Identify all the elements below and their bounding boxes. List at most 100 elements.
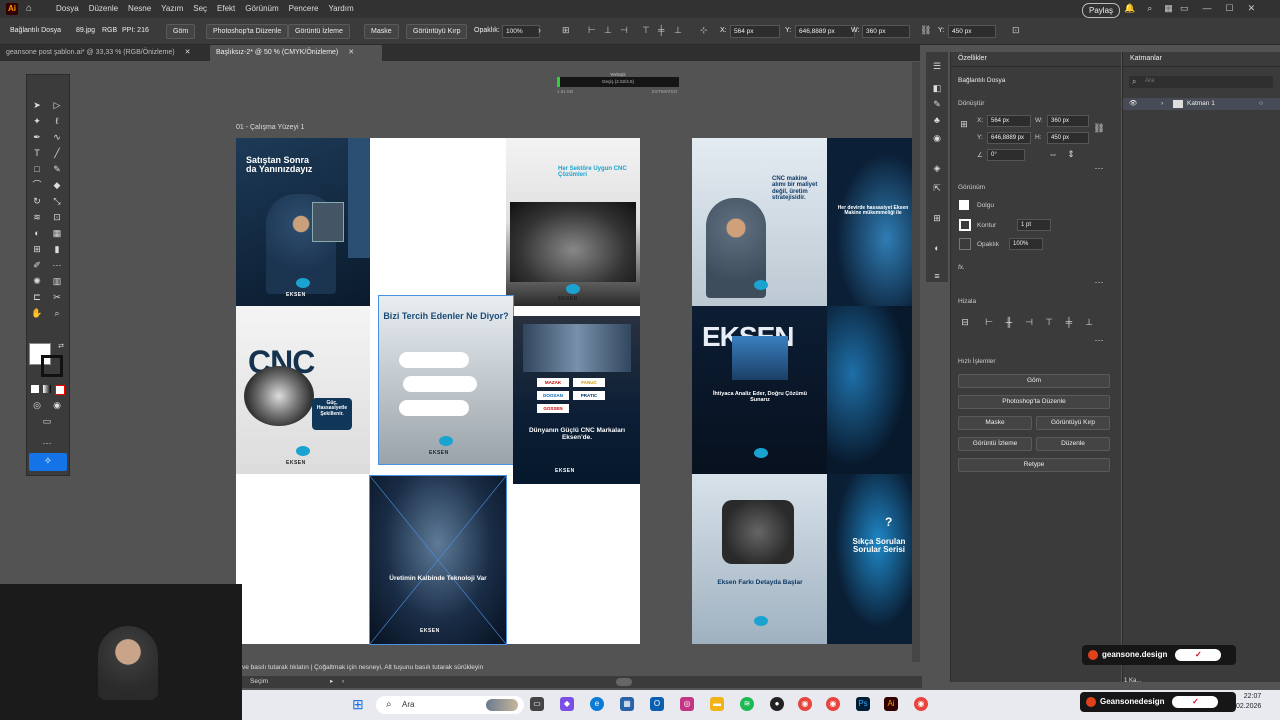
menu-object[interactable]: Nesne: [128, 4, 151, 13]
artboard-label[interactable]: 01 - Çalışma Yüzeyi 1: [236, 124, 304, 131]
edit-photoshop-button[interactable]: Photoshop'ta Düzenle: [958, 395, 1110, 409]
windows-start-icon[interactable]: ⊞: [352, 696, 364, 712]
menu-edit[interactable]: Düzenle: [89, 4, 118, 13]
align-middle-icon[interactable]: ╪: [658, 25, 664, 35]
stroke-swatch[interactable]: [959, 219, 971, 231]
close-icon[interactable]: ✕: [1248, 3, 1256, 14]
chrome-profile-icon[interactable]: ◉: [826, 697, 840, 711]
properties-tab[interactable]: Özellikler: [951, 52, 1121, 67]
libraries-icon[interactable]: ◧: [931, 82, 943, 94]
w-field[interactable]: 360 px: [1047, 115, 1089, 127]
free-transform-icon[interactable]: ⊡: [51, 211, 63, 223]
embed-button[interactable]: Göm: [958, 374, 1110, 388]
home-icon[interactable]: ⌂: [26, 3, 32, 14]
blend-tool-icon[interactable]: ⋯: [51, 259, 63, 271]
flip-horizontal-icon[interactable]: ⇔: [1047, 148, 1059, 160]
artboards-icon[interactable]: ⊞: [931, 212, 943, 224]
hand-tool-icon[interactable]: ✋: [31, 307, 43, 319]
align-left-icon[interactable]: ⊢: [983, 316, 995, 328]
embed-button[interactable]: Göm: [166, 24, 196, 39]
menu-view[interactable]: Görünüm: [245, 4, 278, 13]
layers-icon[interactable]: ◈: [931, 162, 943, 174]
bell-icon[interactable]: 🔔: [1124, 3, 1135, 14]
close-icon[interactable]: ✕: [185, 49, 191, 56]
menu-select[interactable]: Seç: [193, 4, 207, 13]
swatches-icon[interactable]: ◉: [931, 132, 943, 144]
properties-icon[interactable]: ☰: [931, 60, 943, 72]
edge-icon[interactable]: e: [590, 697, 604, 711]
crop-image-button[interactable]: Görüntüyü Kırp: [1036, 416, 1110, 430]
post-tile-strategy[interactable]: CNC makine alımı bir maliyet değil, üret…: [692, 138, 827, 306]
constrain-proportions-icon[interactable]: ⛓: [1093, 122, 1105, 134]
curvature-tool-icon[interactable]: ∿: [51, 131, 63, 143]
menu-type[interactable]: Yazım: [161, 4, 183, 13]
magic-wand-icon[interactable]: ✦: [31, 115, 43, 127]
zoom-tool-icon[interactable]: ⌕: [51, 307, 63, 319]
post-tile-brands[interactable]: MAZAK FANUC DOOSAN PRATIC GOSSEN Dünyanı…: [513, 316, 640, 484]
fill-swatch[interactable]: [959, 200, 969, 210]
instagram-icon[interactable]: ◎: [680, 697, 694, 711]
post-tile-sector[interactable]: Her Sektöre Uygun CNC Çözümleri EKSEN: [506, 138, 640, 306]
search-icon[interactable]: ⌕: [1147, 3, 1152, 14]
screen-mode-icon[interactable]: ▭: [41, 415, 53, 427]
close-icon[interactable]: ✕: [348, 49, 354, 56]
app-icon[interactable]: ●: [770, 697, 784, 711]
copilot-icon[interactable]: ◆: [560, 697, 574, 711]
flip-vertical-icon[interactable]: ⇕: [1065, 148, 1077, 160]
align-left-icon[interactable]: ⊢: [588, 25, 596, 36]
horizontal-scrollbar[interactable]: [616, 678, 632, 686]
menu-effect[interactable]: Efekt: [217, 4, 235, 13]
mask-button[interactable]: Maske: [958, 416, 1032, 430]
opacity-label[interactable]: Opaklık: [977, 241, 999, 248]
file-name[interactable]: 89.jpg: [76, 27, 95, 34]
transform-each-icon[interactable]: ⊡: [1012, 25, 1020, 36]
spotify-icon[interactable]: ≋: [740, 697, 754, 711]
reference-point-icon[interactable]: ⊞: [958, 118, 970, 130]
canvas-scrollbar[interactable]: [912, 62, 920, 662]
opacity-field[interactable]: 100%: [1009, 238, 1043, 250]
stroke-label[interactable]: Kontur: [977, 222, 996, 229]
y-field[interactable]: 646,8889 px: [987, 132, 1031, 144]
tab-document-2[interactable]: Başlıksız-2* @ 50 % (CMYK/Önizleme) ✕: [210, 45, 382, 61]
lasso-icon[interactable]: ℓ: [51, 115, 63, 127]
h-field[interactable]: 450 px: [948, 25, 996, 38]
paintbrush-icon[interactable]: ✎: [51, 163, 63, 175]
scale-tool-icon[interactable]: ⤡: [51, 195, 63, 207]
swap-colors-icon[interactable]: ⇄: [55, 341, 67, 353]
link-icon[interactable]: ⛓: [920, 25, 931, 36]
eye-icon[interactable]: 👁: [1129, 98, 1137, 110]
illustrator-icon[interactable]: Ai: [884, 697, 898, 711]
brush-panel-icon[interactable]: ✎: [931, 98, 943, 110]
opacity-field[interactable]: 100%: [502, 25, 540, 38]
more-options-icon[interactable]: ⋯: [1093, 276, 1105, 288]
image-trace-button[interactable]: Görüntü İzleme: [288, 24, 350, 39]
photoshop-icon[interactable]: Ps: [856, 697, 870, 711]
type-tool-icon[interactable]: T: [31, 147, 43, 159]
x-field[interactable]: 564 px: [730, 25, 780, 38]
clock[interactable]: 22:07 02.2026: [1236, 692, 1261, 712]
align-right-icon[interactable]: ⊣: [620, 25, 628, 36]
maximize-icon[interactable]: ☐: [1226, 3, 1234, 14]
align-middle-icon[interactable]: ╪: [1063, 316, 1075, 328]
stroke-swatch[interactable]: [41, 355, 63, 377]
align-center-icon[interactable]: ⊥: [604, 25, 612, 36]
symbol-sprayer-icon[interactable]: ✺: [31, 275, 43, 287]
menu-file[interactable]: Dosya: [56, 4, 79, 13]
column-graph-icon[interactable]: ▥: [51, 275, 63, 287]
slice-tool-icon[interactable]: ✂: [51, 291, 63, 303]
current-tool[interactable]: Seçim: [250, 676, 268, 688]
align-top-icon[interactable]: ⊤: [1043, 316, 1055, 328]
line-tool-icon[interactable]: ╱: [51, 147, 63, 159]
store-icon[interactable]: ▦: [620, 697, 634, 711]
eyedropper-icon[interactable]: ✐: [31, 259, 43, 271]
chrome-profile-icon[interactable]: ◉: [914, 697, 928, 711]
align-to-icon[interactable]: ⊞: [562, 25, 570, 36]
pen-tool-icon[interactable]: ✒: [31, 131, 43, 143]
y-field[interactable]: 646,8889 px: [795, 25, 855, 38]
post-tile-support[interactable]: Satıştan Sonra da Yanınızdayız EKSEN: [236, 138, 370, 306]
rotate-tool-icon[interactable]: ↻: [31, 195, 43, 207]
post-tile-cnc[interactable]: CNC Güç, Hassasiyetle Şekillenir. EKSEN: [236, 306, 370, 474]
rectangle-tool-icon[interactable]: □: [31, 163, 43, 175]
artboard-tool-icon[interactable]: ⊏: [31, 291, 43, 303]
symbols-icon[interactable]: ♣: [931, 114, 943, 126]
